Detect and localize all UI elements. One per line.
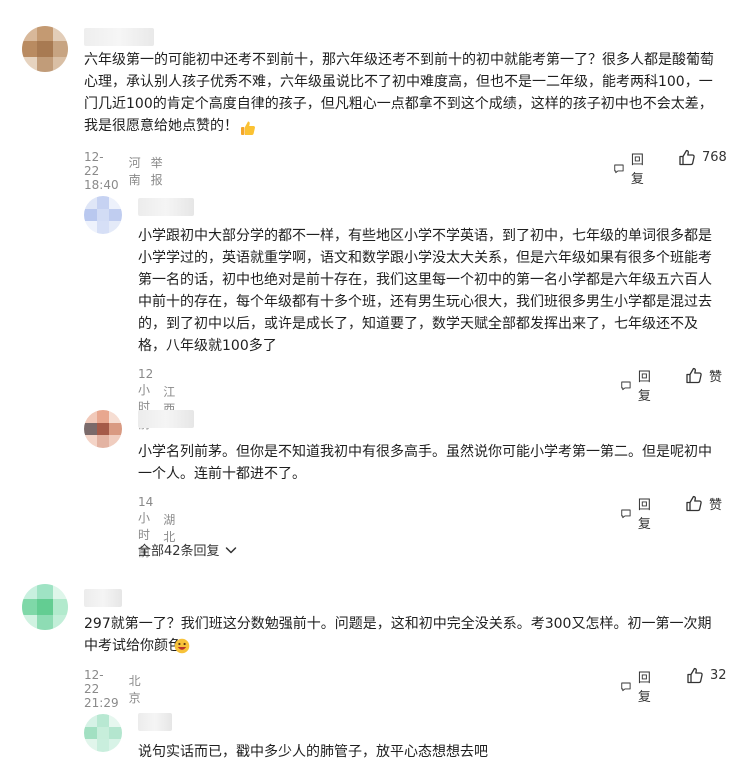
comment-text: 六年级第一的可能初中还考不到前十，那六年级还考不到前十的初中就能考第一了？很多人… [84,52,714,134]
avatar[interactable] [84,196,122,234]
avatar[interactable] [22,26,68,72]
avatar[interactable] [84,410,122,448]
reply-label: 回复 [637,671,651,705]
show-all-replies-button[interactable]: 全部42条回复 [138,540,238,559]
comment-location: 河南 [128,156,141,187]
reply-label: 回复 [637,370,651,404]
reply-button[interactable]: 回复 [620,366,656,404]
username-blurred[interactable] [138,713,172,731]
comment-time: 12-22 18:40 [84,150,119,192]
like-button[interactable]: 32 [686,667,727,684]
grinning-emoji-icon [174,638,190,654]
like-button[interactable]: 赞 [685,494,722,513]
username-blurred[interactable] [138,410,194,428]
thumbs-up-emoji-icon [241,121,255,135]
comment-bubble-icon [621,509,631,518]
like-label: 赞 [709,370,723,385]
username-blurred[interactable] [84,28,154,46]
comment-bubble-icon [614,164,624,173]
comment-text: 小学名列前茅。但你是不知道我初中有很多高手。虽然说你可能小学考第一第二。但是呢初… [138,444,712,482]
like-count: 768 [702,150,727,165]
like-count: 32 [710,668,727,683]
reply-button[interactable]: 回复 [620,494,656,532]
like-label: 赞 [709,498,723,513]
thumbs-up-icon [687,667,703,684]
more-replies-label: 全部42条回复 [138,544,220,559]
thumbs-up-icon [686,367,702,384]
like-button[interactable]: 赞 [685,366,722,385]
thumbs-up-icon [679,149,695,166]
reply-label: 回复 [637,498,651,532]
reply-label: 回复 [630,153,644,187]
comment-time: 12-22 21:29 [84,668,119,710]
avatar[interactable] [84,714,122,752]
username-blurred[interactable] [84,589,122,607]
comment-meta: 12-22 18:40 河南 举报 [84,150,163,192]
comment-location: 北京 [128,674,141,705]
reply-button[interactable]: 回复 [613,149,649,187]
comment-text: 说句实话而已，戳中多少人的肺管子，放平心态想想去吧 [138,744,488,760]
like-button[interactable]: 768 [678,149,727,166]
username-blurred[interactable] [138,198,194,216]
comment-bubble-icon [621,381,631,390]
reply-button[interactable]: 回复 [620,667,656,705]
report-link[interactable]: 举报 [151,154,163,188]
chevron-down-icon [225,546,236,553]
comment-bubble-icon [621,682,631,691]
comment-meta: 12-22 21:29 北京 [84,668,141,710]
comment-text: 小学跟初中大部分学的都不一样，有些地区小学不学英语，到了初中，七年级的单词很多都… [138,228,712,354]
thumbs-up-icon [686,495,702,512]
avatar[interactable] [22,584,68,630]
